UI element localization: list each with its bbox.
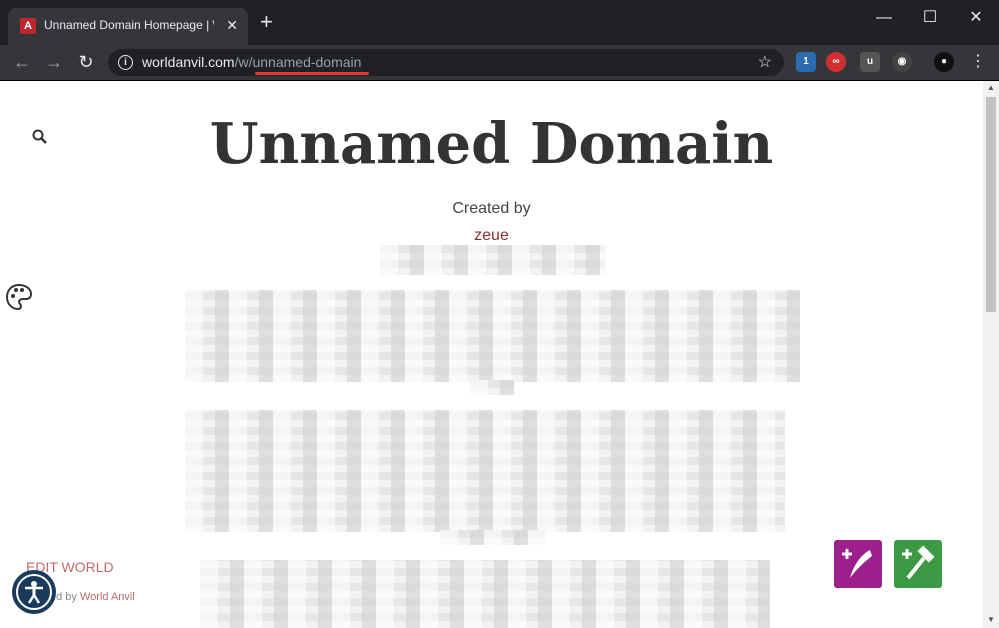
star-icon[interactable]: ☆ <box>758 52 772 72</box>
maximize-button[interactable]: ☐ <box>907 4 953 32</box>
extension-icon[interactable]: 1 <box>796 52 816 72</box>
browser-toolbar: ← → ↻ i worldanvil.com/w/unnamed-domain … <box>0 45 999 81</box>
back-icon[interactable]: ← <box>10 50 34 74</box>
adobe-extension-icon[interactable]: ∞ <box>826 52 846 72</box>
palette-icon[interactable] <box>5 283 33 311</box>
ghostery-icon[interactable]: ◉ <box>892 52 912 72</box>
menu-icon[interactable]: ⋮ <box>970 52 986 72</box>
ublock-icon[interactable]: u <box>860 52 880 72</box>
accessibility-button[interactable] <box>12 570 56 614</box>
profile-avatar[interactable]: ● <box>934 52 954 72</box>
quick-edit-button[interactable] <box>834 540 882 588</box>
scroll-up-icon[interactable]: ▲ <box>987 83 995 92</box>
hammer-plus-icon <box>902 545 935 580</box>
address-bar[interactable]: i worldanvil.com/w/unnamed-domain ☆ <box>108 49 784 76</box>
author-link[interactable]: zeue <box>0 227 983 245</box>
close-window-button[interactable]: ✕ <box>953 4 999 32</box>
blurred-paragraph-tail <box>440 530 545 545</box>
accessibility-icon <box>16 574 52 610</box>
browser-tab[interactable]: A Unnamed Domain Homepage | W ✕ <box>8 8 248 45</box>
page-viewport: Unnamed Domain Created by zeue EDIT WORL… <box>0 81 983 628</box>
blurred-paragraph <box>200 560 770 628</box>
blurred-paragraph-tail <box>470 380 515 395</box>
reload-icon[interactable]: ↻ <box>74 50 98 74</box>
page-scrollbar[interactable]: ▲ ▼ <box>983 81 999 628</box>
quill-plus-icon <box>842 549 872 578</box>
created-by-label: Created by <box>452 200 531 217</box>
extension-badge: 1 <box>803 56 809 67</box>
scroll-down-icon[interactable]: ▼ <box>987 615 995 624</box>
url-annotation-underline <box>255 72 369 75</box>
blurred-paragraph <box>185 410 785 532</box>
powered-by-text: ed by World Anvil <box>50 591 135 603</box>
world-anvil-favicon-icon: A <box>20 18 36 34</box>
url-path: /w/unnamed-domain <box>234 54 362 70</box>
tab-title: Unnamed Domain Homepage | W <box>44 18 214 32</box>
browser-titlebar: A Unnamed Domain Homepage | W ✕ + — ☐ ✕ <box>0 0 999 45</box>
forward-icon[interactable]: → <box>42 50 66 74</box>
tab-close-icon[interactable]: ✕ <box>226 17 238 34</box>
scroll-thumb[interactable] <box>986 97 996 312</box>
url-text[interactable]: worldanvil.com/w/unnamed-domain <box>142 54 361 70</box>
blurred-subtitle <box>380 245 605 275</box>
url-host: worldanvil.com <box>142 54 235 70</box>
build-button[interactable] <box>894 540 942 588</box>
minimize-button[interactable]: — <box>861 4 907 32</box>
new-tab-button[interactable]: + <box>260 11 273 33</box>
page-title: Unnamed Domain <box>209 111 774 177</box>
world-anvil-link[interactable]: World Anvil <box>80 591 135 603</box>
blurred-paragraph <box>185 290 800 382</box>
info-icon[interactable]: i <box>118 55 133 70</box>
